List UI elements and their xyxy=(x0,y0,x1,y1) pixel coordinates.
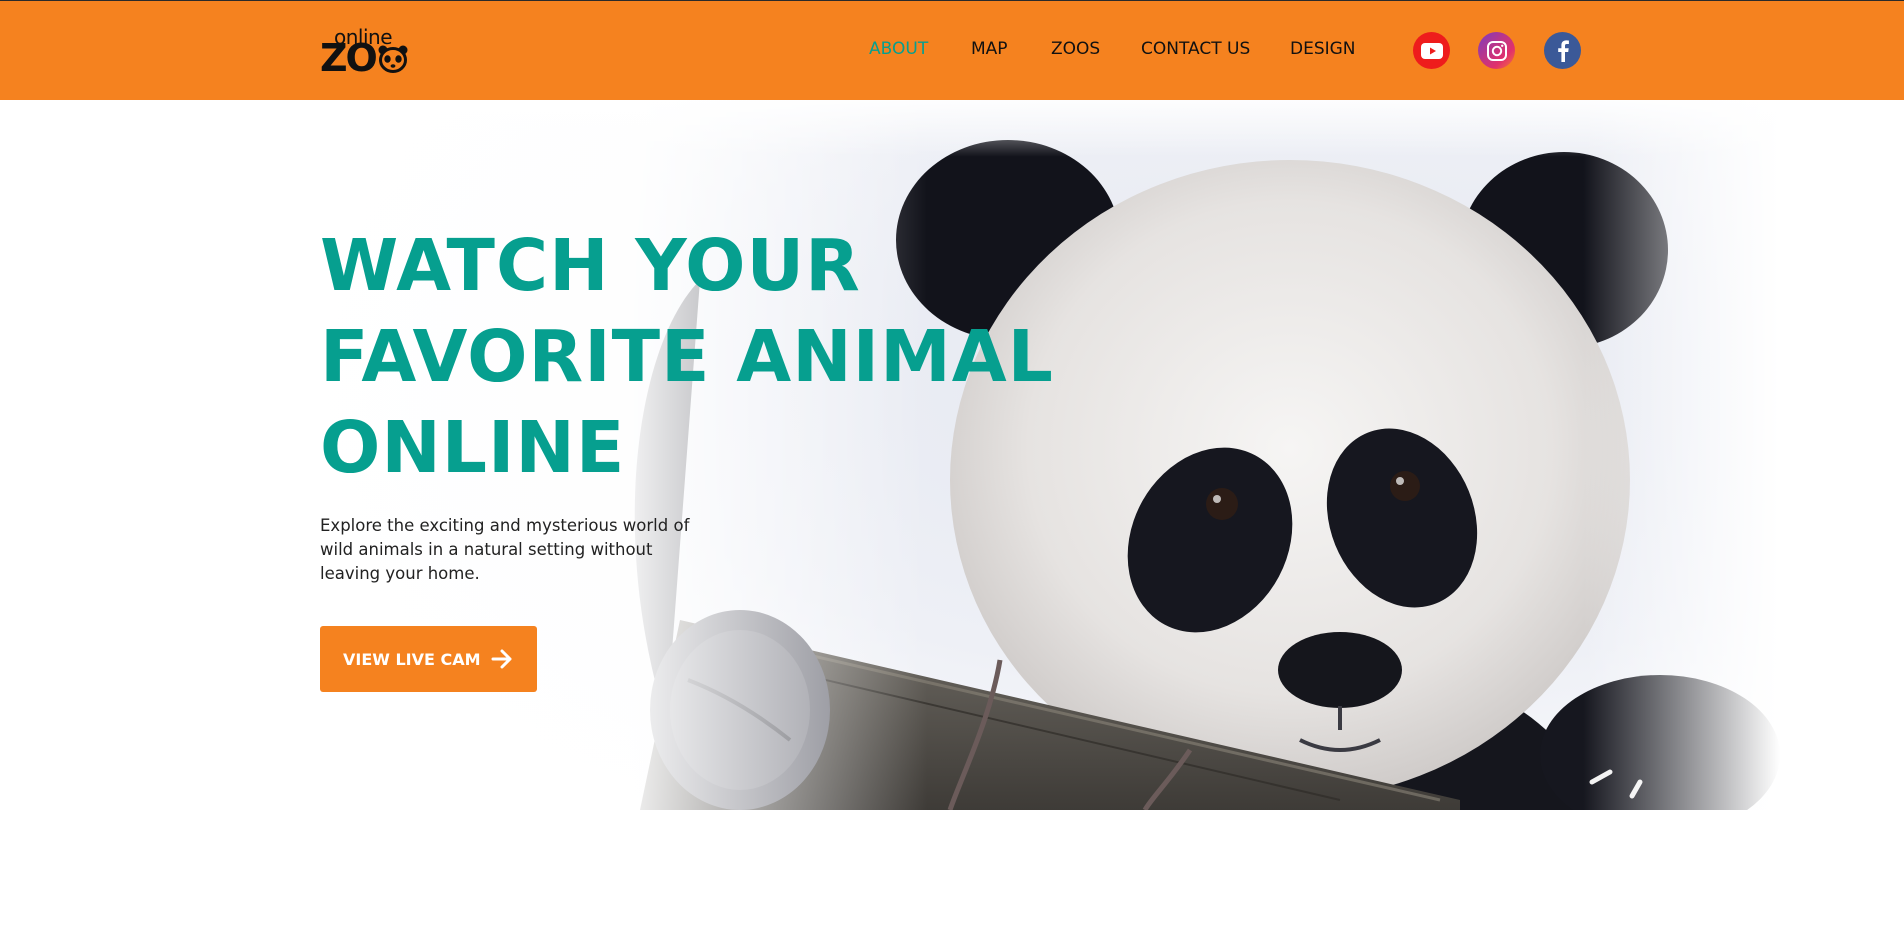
youtube-icon xyxy=(1420,42,1443,59)
panda-logo-icon xyxy=(378,45,408,73)
hero-title-line-3: ONLINE xyxy=(320,406,626,489)
nav-item-zoos[interactable]: ZOOS xyxy=(1051,39,1100,59)
arrow-right-icon xyxy=(491,649,512,669)
facebook-icon xyxy=(1557,39,1569,62)
youtube-link[interactable] xyxy=(1413,32,1450,69)
facebook-link[interactable] xyxy=(1544,32,1581,69)
logo-text-zoo: ZO xyxy=(320,36,378,80)
hero-subtitle: Explore the exciting and mysterious worl… xyxy=(320,516,690,583)
site-header: online ZO ABOUT MAP ZOOS CONTACT US DESI… xyxy=(0,0,1904,100)
cta-label: VIEW LIVE CAM xyxy=(343,649,481,669)
instagram-icon xyxy=(1486,40,1507,61)
hero-title-line-1: WATCH YOUR xyxy=(320,224,861,307)
nav-item-about[interactable]: ABOUT xyxy=(869,39,928,59)
hero-title-line-2: FAVORITE ANIMAL xyxy=(320,315,1054,398)
site-logo[interactable]: online ZO xyxy=(320,25,410,80)
instagram-link[interactable] xyxy=(1478,32,1515,69)
hero-heading: WATCH YOUR FAVORITE ANIMAL ONLINE xyxy=(320,220,1054,493)
view-live-cam-button[interactable]: VIEW LIVE CAM xyxy=(320,626,537,692)
nav-item-map[interactable]: MAP xyxy=(971,39,1008,59)
nav-item-design[interactable]: DESIGN xyxy=(1290,39,1356,59)
nav-item-contact-us[interactable]: CONTACT US xyxy=(1141,39,1250,59)
